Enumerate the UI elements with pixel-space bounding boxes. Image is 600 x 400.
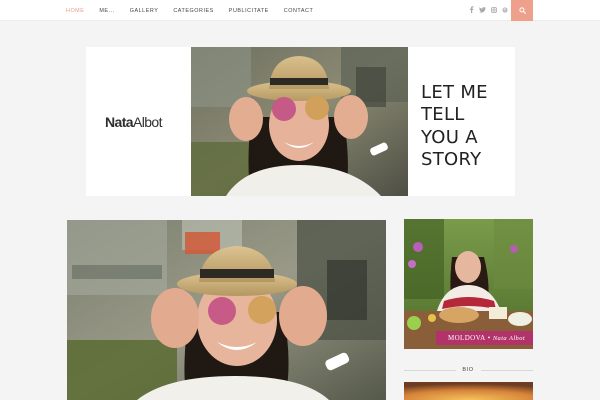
- nav-item-publicitate[interactable]: PUBLICITATE: [229, 8, 269, 14]
- promo-title-country: MOLDOVA: [447, 334, 486, 342]
- site-logo[interactable]: NataAlbot: [105, 114, 162, 130]
- tagline-line-1: LET ME: [421, 82, 488, 103]
- sidebar-promo-image[interactable]: MOLDOVA • Nata Albot: [404, 219, 533, 349]
- twitter-icon[interactable]: [479, 6, 486, 15]
- tagline-line-3: YOU A: [421, 126, 478, 148]
- header-tagline: LET ME TELL YOU A STORY: [421, 82, 511, 172]
- bio-divider-left: [404, 370, 456, 371]
- nav-item-me[interactable]: ME...: [99, 8, 114, 14]
- logo-last-name: Albot: [132, 114, 163, 130]
- top-navigation-bar: HOME ME... GALLERY CATEGORIES PUBLICITAT…: [0, 0, 600, 21]
- nav-item-contact[interactable]: CONTACT: [284, 8, 314, 14]
- tagline-line-2: TELL: [421, 104, 465, 126]
- bio-divider-right: [481, 370, 533, 371]
- facebook-icon[interactable]: [468, 6, 475, 15]
- post-featured-image[interactable]: [67, 220, 386, 400]
- promo-title-author: Nata Albot: [492, 334, 526, 342]
- promo-title: MOLDOVA • Nata Albot: [440, 331, 533, 345]
- pinterest-icon[interactable]: [501, 6, 508, 15]
- bio-image[interactable]: [404, 382, 533, 400]
- social-links: [468, 0, 508, 21]
- bio-heading: BIO: [462, 367, 474, 373]
- header-photo: [191, 47, 408, 196]
- main-menu: HOME ME... GALLERY CATEGORIES PUBLICITAT…: [66, 0, 328, 21]
- logo-first-name: Nata: [105, 114, 134, 130]
- search-icon: [518, 7, 526, 14]
- nav-item-categories[interactable]: CATEGORIES: [173, 8, 213, 14]
- search-button[interactable]: [511, 0, 533, 21]
- tagline-line-4: STORY: [421, 149, 482, 171]
- nav-item-home[interactable]: HOME: [66, 8, 84, 14]
- instagram-icon[interactable]: [490, 6, 497, 15]
- nav-item-gallery[interactable]: GALLERY: [130, 8, 159, 14]
- promo-title-separator: •: [487, 334, 491, 342]
